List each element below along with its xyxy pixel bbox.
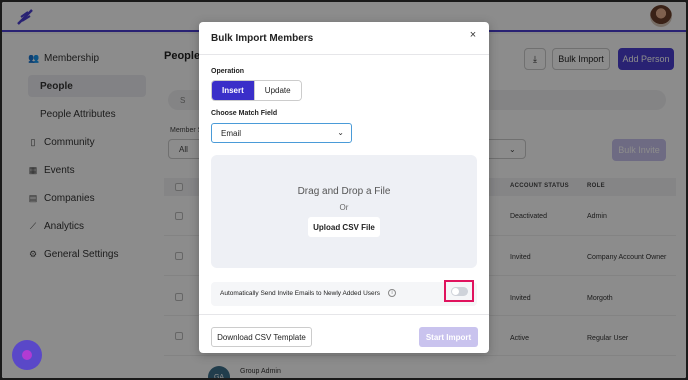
divider (199, 314, 489, 315)
dropzone-or: Or (339, 203, 349, 212)
operation-toggle: Insert Update (211, 80, 302, 101)
invite-toggle-label: Automatically Send Invite Emails to Newl… (220, 290, 381, 297)
operation-label: Operation (211, 68, 245, 75)
update-option[interactable]: Update (253, 81, 301, 100)
modal-title: Bulk Import Members (211, 33, 314, 44)
match-field-select[interactable]: Email ⌄ (211, 123, 352, 143)
divider (199, 54, 489, 55)
chevron-down-icon: ⌄ (337, 128, 344, 137)
invite-toggle[interactable] (451, 287, 468, 296)
dropzone-title: Drag and Drop a File (297, 186, 391, 197)
download-csv-template-button[interactable]: Download CSV Template (211, 327, 312, 347)
file-dropzone[interactable]: Drag and Drop a File Or Upload CSV File (211, 155, 477, 268)
start-import-button[interactable]: Start Import (419, 327, 478, 347)
toggle-knob (452, 288, 459, 295)
toggle-highlight (444, 280, 474, 302)
chat-icon (22, 350, 32, 360)
close-icon[interactable]: × (466, 28, 480, 42)
upload-csv-button[interactable]: Upload CSV File (308, 217, 380, 237)
info-icon[interactable]: i (388, 289, 396, 297)
match-field-value: Email (221, 128, 242, 138)
insert-option[interactable]: Insert (212, 81, 254, 100)
help-fab-button[interactable] (12, 340, 42, 370)
app-window: 👥 Membership People People Attributes ▯ … (2, 2, 686, 378)
invite-setting-row: Automatically Send Invite Emails to Newl… (211, 280, 477, 306)
bulk-import-modal: Bulk Import Members × Operation Insert U… (199, 22, 489, 353)
match-field-label: Choose Match Field (211, 110, 278, 117)
